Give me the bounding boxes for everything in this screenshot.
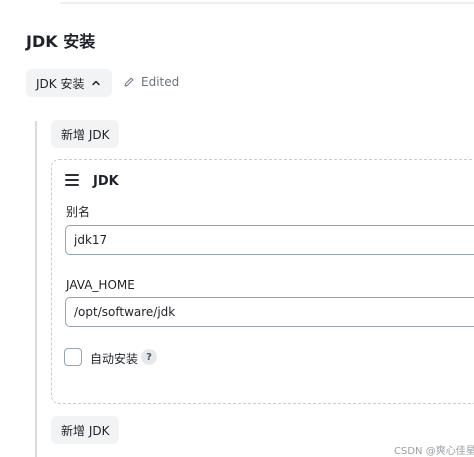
add-jdk-button-top[interactable]: 新增 JDK [51, 120, 120, 148]
edited-label: Edited [141, 75, 180, 89]
section-title: JDK 安装 [26, 32, 96, 51]
auto-install-label: 自动安装 [90, 352, 139, 366]
auto-install-checkbox[interactable] [64, 348, 82, 366]
chevron-up-icon [92, 80, 101, 86]
add-jdk-button-bottom[interactable]: 新增 JDK [51, 416, 120, 444]
java-home-input[interactable] [65, 297, 474, 327]
edited-status: Edited [123, 75, 179, 89]
pencil-icon [124, 77, 134, 87]
alias-label: 别名 [66, 205, 91, 219]
top-divider [60, 2, 474, 4]
toggle-label: JDK 安装 [36, 76, 85, 91]
java-home-label: JAVA_HOME [66, 278, 135, 292]
watermark: CSDN @爽心佳星 [394, 446, 474, 457]
alias-input[interactable] [65, 225, 474, 255]
jdk-install-toggle-button[interactable]: JDK 安装 [26, 69, 113, 97]
tree-indent-line [35, 121, 37, 457]
help-icon[interactable]: ? [141, 349, 157, 365]
jdk-item-title: JDK [93, 174, 119, 189]
drag-handle-icon[interactable] [65, 174, 79, 186]
